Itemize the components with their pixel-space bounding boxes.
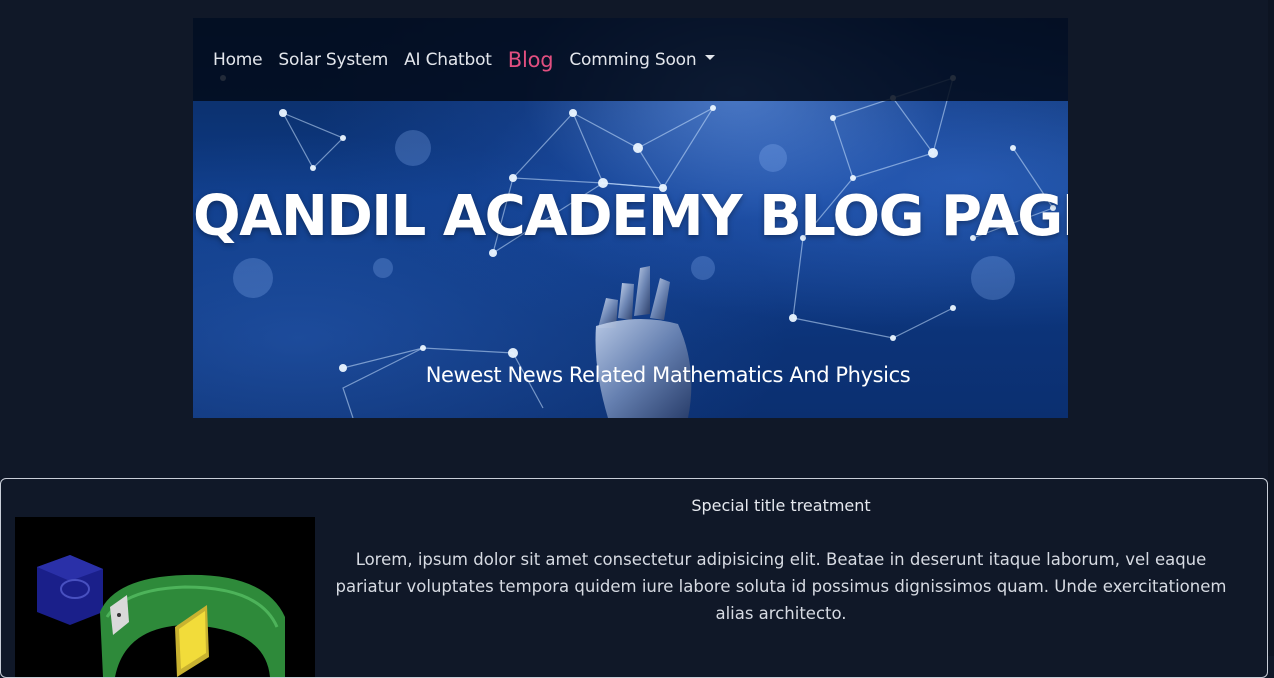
hero-title: QANDIL ACADEMY BLOG PAGE [193,184,1068,249]
hero-subtitle: Newest News Related Mathematics And Phys… [425,363,911,387]
page-scrollbar[interactable] [1268,0,1274,656]
nav-dropdown-label: Comming Soon [569,49,697,70]
nav-dropdown-comming-soon[interactable]: Comming Soon [569,49,716,70]
nav-link-solar-system[interactable]: Solar System [278,50,388,70]
card-image [15,517,315,677]
hero-banner: Home Solar System AI Chatbot Blog Commin… [193,18,1068,418]
nav-link-ai-chatbot[interactable]: AI Chatbot [404,50,492,70]
nav-link-home[interactable]: Home [213,50,263,70]
card-title: Special title treatment [691,496,871,515]
nav-link-blog[interactable]: Blog [508,48,554,72]
caret-down-icon [705,55,716,60]
robot-hand-image [595,266,692,418]
device-illustration-image [37,555,285,677]
blog-card: Special title treatment Lorem, ipsum dol… [0,478,1268,678]
card-text: Lorem, ipsum dolor sit amet consectetur … [335,550,1227,623]
main-navbar: Home Solar System AI Chatbot Blog Commin… [193,18,1068,101]
